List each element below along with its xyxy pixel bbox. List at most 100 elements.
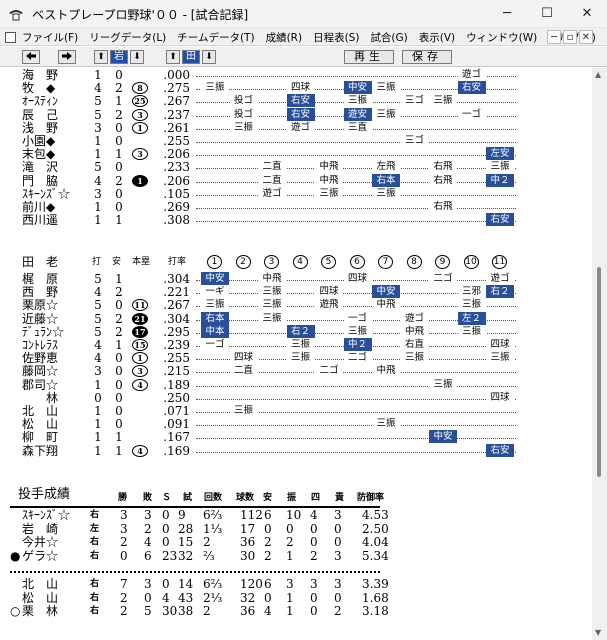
strikeouts: 1 bbox=[286, 604, 294, 618]
batting-average: .000 bbox=[163, 68, 190, 82]
losses: 3 bbox=[144, 577, 152, 591]
at-bat-result: 四球 bbox=[343, 272, 372, 285]
scroll-down-icon[interactable]: ▼ bbox=[595, 628, 601, 637]
walks: 0 bbox=[310, 521, 318, 536]
hits-allowed: 6 bbox=[264, 577, 272, 591]
mdi-minimize-button[interactable]: ─ bbox=[547, 30, 561, 44]
team2-up-button[interactable]: ⬆ bbox=[166, 50, 180, 64]
at-bat-result: 中安 bbox=[429, 430, 457, 444]
scroll-up-icon[interactable]: ▲ bbox=[595, 70, 601, 79]
hits: 2 bbox=[115, 81, 123, 96]
losses: 4 bbox=[144, 535, 152, 549]
document-icon[interactable] bbox=[5, 32, 16, 43]
at-bat-result: 三振 bbox=[486, 160, 514, 174]
at-bat-result: 遊ゴ bbox=[486, 272, 514, 285]
at-bat-result: 中２ bbox=[343, 338, 372, 351]
hits: 1 bbox=[115, 94, 123, 109]
at-bat-result: 四球 bbox=[229, 351, 258, 365]
team1-toggle[interactable]: 岩 bbox=[110, 50, 128, 64]
at-bats: 1 bbox=[94, 134, 102, 148]
saves: 4 bbox=[162, 590, 170, 605]
pitch-count: 36 bbox=[240, 535, 256, 549]
losses: 2 bbox=[144, 521, 152, 536]
menu-items: ファイル(F) リーグデータ(L) チームデータ(T) 成績(R) 日程表(S) 試合(G… bbox=[22, 30, 596, 45]
at-bat-result: 三振 bbox=[286, 351, 315, 365]
team2-toggle[interactable]: 田 bbox=[182, 50, 200, 64]
at-bat-result: 中飛 bbox=[315, 160, 343, 174]
at-bats: 3 bbox=[94, 120, 102, 135]
header-hr: 本塁 bbox=[132, 257, 151, 267]
menu-item-6[interactable]: 表示(V) bbox=[419, 30, 455, 45]
at-bat-result: 右飛 bbox=[429, 160, 457, 174]
at-bats: 5 bbox=[94, 160, 102, 175]
menu-item-7[interactable]: ウィンドウ(W) bbox=[466, 30, 537, 45]
batting-average: .269 bbox=[163, 200, 190, 214]
wins: 3 bbox=[120, 508, 128, 522]
scrollbar-thumb[interactable] bbox=[597, 267, 601, 477]
title-bar: ベストプレープロ野球'００ - [試合記録] ─ ☐ ✕ bbox=[0, 0, 607, 28]
hits-allowed: 6 bbox=[264, 508, 272, 522]
throwing-hand: 右 bbox=[90, 579, 100, 589]
earned-runs: 0 bbox=[334, 535, 342, 549]
inning-header: 10 bbox=[463, 255, 479, 269]
pitch-count: 120 bbox=[240, 577, 263, 591]
home-batter-row: 北 山 1 0.071 三振 bbox=[0, 404, 590, 418]
next-game-button[interactable] bbox=[58, 50, 76, 64]
era: 4.04 bbox=[362, 535, 389, 549]
at-bat-result: 遊ゴ bbox=[258, 186, 286, 200]
batting-average: .267 bbox=[163, 94, 190, 109]
prev-game-button[interactable] bbox=[22, 50, 40, 64]
at-bat-result: 三振 bbox=[343, 324, 372, 338]
team2-down-button[interactable]: ⬇ bbox=[202, 50, 216, 64]
menu-item-5[interactable]: 試合(G) bbox=[370, 30, 407, 45]
batting-average: .239 bbox=[163, 338, 190, 352]
visitor-batter-row: ｵｰｽﾃｨﾝ 5 1 25.267 投ゴ 右安 三振 三ゴ 三振 bbox=[0, 94, 590, 109]
at-bats: 3 bbox=[94, 186, 102, 201]
visitor-batter-row: ｽｷｰﾝｽﾞ☆ 3 0.105 遊ゴ 三振 三振 bbox=[0, 186, 590, 201]
menu-item-4[interactable]: 日程表(S) bbox=[313, 30, 359, 45]
hits: 0 bbox=[115, 364, 123, 379]
home-run-count: 1 bbox=[132, 121, 148, 134]
visitor-batter-row: 牧 ◆ 4 2 8.275 三振 四球 中安 三振 右安 bbox=[0, 81, 590, 96]
arrow-left-icon bbox=[26, 52, 36, 60]
losses: 0 bbox=[144, 590, 152, 605]
at-bat-result: 右安 bbox=[286, 94, 315, 108]
team1-down-button[interactable]: ⬇ bbox=[130, 50, 144, 64]
close-button[interactable]: ✕ bbox=[567, 0, 607, 28]
minimize-button[interactable]: ─ bbox=[487, 0, 527, 28]
saves: 0 bbox=[162, 508, 170, 522]
inning-header: 4 bbox=[292, 255, 308, 269]
maximize-button[interactable]: ☐ bbox=[527, 0, 567, 28]
innings-pitched: ⅔ bbox=[203, 548, 215, 563]
arrow-right-icon bbox=[62, 52, 72, 60]
vertical-scrollbar[interactable]: ▲ ▼ bbox=[592, 67, 607, 640]
team1-up-button[interactable]: ⬆ bbox=[94, 50, 108, 64]
pitcher-name: ゲラ☆ bbox=[22, 548, 59, 563]
home-batter-row: 郡司☆ 1 0 4.189 三振 bbox=[0, 377, 590, 392]
hits: 0 bbox=[115, 377, 123, 392]
hits: 0 bbox=[115, 120, 123, 135]
menu-item-2[interactable]: チームデータ(T) bbox=[177, 30, 254, 45]
saves: 23 bbox=[162, 548, 178, 563]
menu-item-1[interactable]: リーグデータ(L) bbox=[89, 30, 166, 45]
pitcher-name: ｽｷｰﾝｽﾞ☆ bbox=[22, 508, 71, 522]
menu-item-0[interactable]: ファイル(F) bbox=[22, 30, 78, 45]
pitch-count: 32 bbox=[240, 590, 256, 605]
innings-pitched: 6⅔ bbox=[203, 508, 223, 522]
menu-item-3[interactable]: 成績(R) bbox=[266, 30, 303, 45]
saves: 0 bbox=[162, 577, 170, 591]
inning-header: 8 bbox=[406, 255, 422, 269]
at-bats: 4 bbox=[94, 81, 102, 96]
result-leader-line bbox=[196, 142, 516, 143]
at-bat-result: 三振 bbox=[315, 186, 343, 200]
home-batting-header: 田 老 打 安 本塁 打率 1 2 3 4 5 6 7 8 9 10 11 bbox=[0, 255, 590, 269]
replay-button[interactable]: 再生 bbox=[344, 50, 394, 64]
mdi-restore-button[interactable]: ▫ bbox=[563, 30, 577, 44]
save-button[interactable]: 保存 bbox=[402, 50, 452, 64]
hits-allowed: 2 bbox=[264, 535, 272, 549]
at-bat-result: 三振 bbox=[258, 285, 286, 299]
mdi-close-button[interactable]: ✕ bbox=[579, 30, 593, 44]
saves: 30 bbox=[162, 604, 178, 618]
at-bat-result: 四球 bbox=[486, 338, 514, 351]
pitch-count: 36 bbox=[240, 604, 256, 618]
